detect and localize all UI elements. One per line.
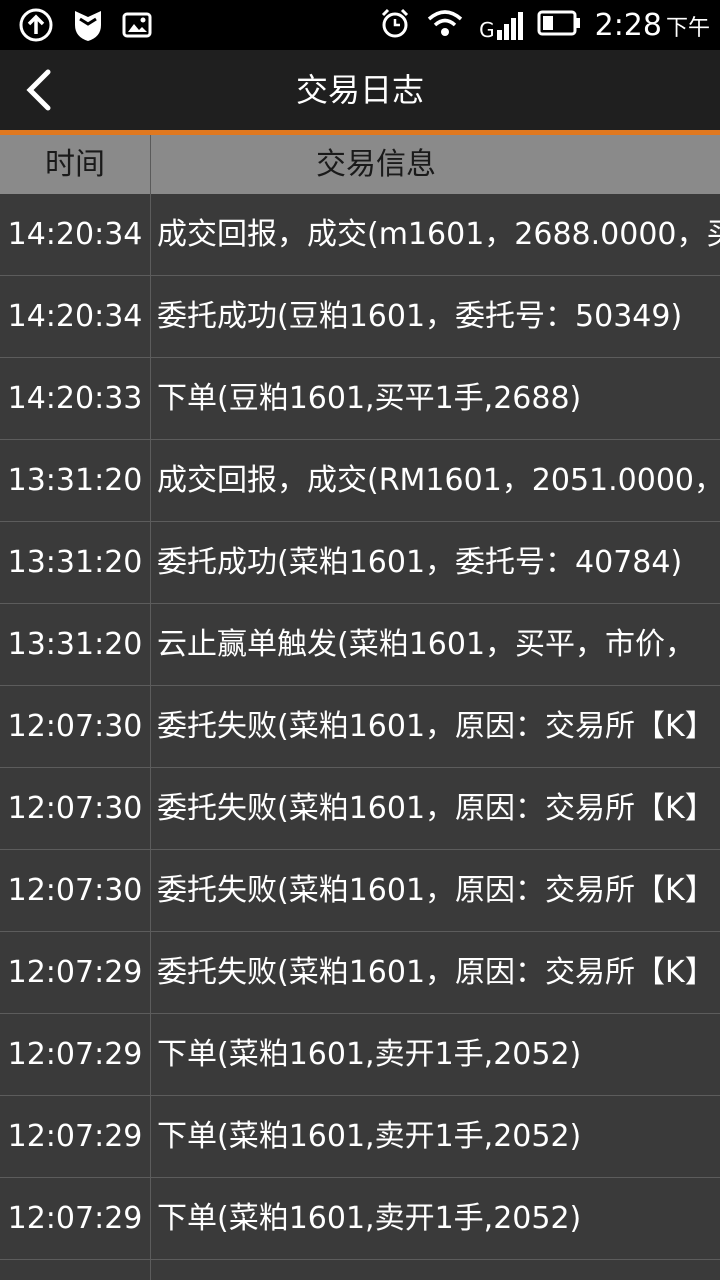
row-divider (150, 1178, 151, 1259)
row-time: 12:07:30 (7, 709, 143, 744)
table-row[interactable]: 13:31:20 成交回报，成交(RM1601，2051.0000， (0, 440, 720, 522)
row-info: 下单(豆粕1601,买平1手,2688) (157, 381, 582, 416)
table-row[interactable]: 12:07:29 委托失败(菜粕1601，原因：交易所【K】 (0, 932, 720, 1014)
row-info: 成交回报，成交(m1601，2688.0000，买 (157, 217, 720, 252)
row-divider (150, 686, 151, 767)
nav-bar: 交易日志 (0, 50, 720, 135)
row-info: 下单(菜粕1601,卖开1手,2052) (157, 1037, 582, 1072)
image-icon (122, 12, 152, 42)
row-info: 委托失败(菜粕1601，原因：交易所【K】 (157, 873, 715, 908)
chevron-left-icon (26, 69, 51, 111)
row-divider (150, 768, 151, 849)
status-bar: G 2:28 下午 (0, 0, 720, 50)
row-divider (150, 1096, 151, 1177)
alarm-icon (379, 7, 411, 43)
header-info: 交易信息 (316, 147, 436, 182)
table-row[interactable]: 14:20:34 成交回报，成交(m1601，2688.0000，买 (0, 194, 720, 276)
table-row[interactable]: 14:20:34 委托成功(豆粕1601，委托号：50349) (0, 276, 720, 358)
row-info: 委托失败(菜粕1601，原因：交易所【K】 (157, 955, 715, 990)
battery-icon (537, 10, 581, 40)
table-header: 时间 交易信息 (0, 135, 720, 194)
row-divider (150, 1260, 151, 1280)
table-row[interactable] (0, 1260, 720, 1280)
upload-icon (18, 7, 54, 47)
row-time: 12:07:29 (7, 1037, 143, 1072)
trade-log-list[interactable]: 14:20:34 成交回报，成交(m1601，2688.0000，买 14:20:… (0, 194, 720, 1280)
network-type-label: G (479, 18, 495, 42)
row-divider (150, 604, 151, 685)
clock-period: 下午 (665, 15, 710, 41)
row-info: 委托成功(豆粕1601，委托号：50349) (157, 299, 683, 334)
table-row[interactable]: 12:07:29 下单(菜粕1601,卖开1手,2052) (0, 1096, 720, 1178)
row-time: 13:31:20 (7, 463, 143, 498)
table-row[interactable]: 13:31:20 委托成功(菜粕1601，委托号：40784) (0, 522, 720, 604)
row-info: 下单(菜粕1601,卖开1手,2052) (157, 1119, 582, 1154)
row-time: 14:20:34 (7, 217, 143, 252)
row-divider (150, 194, 151, 275)
row-info: 云止赢单触发(菜粕1601，买平，市价， (157, 627, 696, 662)
clock-time: 2:28 (594, 7, 662, 43)
row-divider (150, 1014, 151, 1095)
row-divider (150, 276, 151, 357)
page-title: 交易日志 (295, 71, 424, 109)
table-row[interactable]: 12:07:30 委托失败(菜粕1601，原因：交易所【K】 (0, 850, 720, 932)
row-time: 13:31:20 (7, 545, 143, 580)
row-divider (150, 440, 151, 521)
row-time: 14:20:33 (7, 381, 143, 416)
wifi-icon (425, 7, 465, 43)
header-time: 时间 (45, 147, 105, 182)
row-info: 下单(菜粕1601,卖开1手,2052) (157, 1201, 582, 1236)
table-row[interactable]: 13:31:20 云止赢单触发(菜粕1601，买平，市价， (0, 604, 720, 686)
cellular-signal-icon: G (479, 10, 523, 40)
table-row[interactable]: 12:07:29 下单(菜粕1601,卖开1手,2052) (0, 1178, 720, 1260)
shield-icon (72, 7, 104, 47)
table-row[interactable]: 12:07:30 委托失败(菜粕1601，原因：交易所【K】 (0, 768, 720, 850)
row-info: 委托成功(菜粕1601，委托号：40784) (157, 545, 683, 580)
table-row[interactable]: 14:20:33 下单(豆粕1601,买平1手,2688) (0, 358, 720, 440)
row-divider (150, 358, 151, 439)
row-divider (150, 850, 151, 931)
table-row[interactable]: 12:07:29 下单(菜粕1601,卖开1手,2052) (0, 1014, 720, 1096)
row-time (0, 1260, 150, 1280)
clock: 2:28 下午 (595, 8, 710, 43)
row-time: 12:07:30 (7, 873, 143, 908)
table-row[interactable]: 12:07:30 委托失败(菜粕1601，原因：交易所【K】 (0, 686, 720, 768)
row-time: 12:07:29 (7, 1119, 143, 1154)
row-time: 12:07:29 (7, 955, 143, 990)
row-divider (150, 522, 151, 603)
back-button[interactable] (18, 64, 70, 116)
row-time: 12:07:29 (7, 1201, 143, 1236)
row-info: 委托失败(菜粕1601，原因：交易所【K】 (157, 709, 715, 744)
row-time: 14:20:34 (7, 299, 143, 334)
row-time: 12:07:30 (7, 791, 143, 826)
row-time: 13:31:20 (7, 627, 143, 662)
row-divider (150, 932, 151, 1013)
row-info: 成交回报，成交(RM1601，2051.0000， (157, 463, 720, 498)
row-info: 委托失败(菜粕1601，原因：交易所【K】 (157, 791, 715, 826)
